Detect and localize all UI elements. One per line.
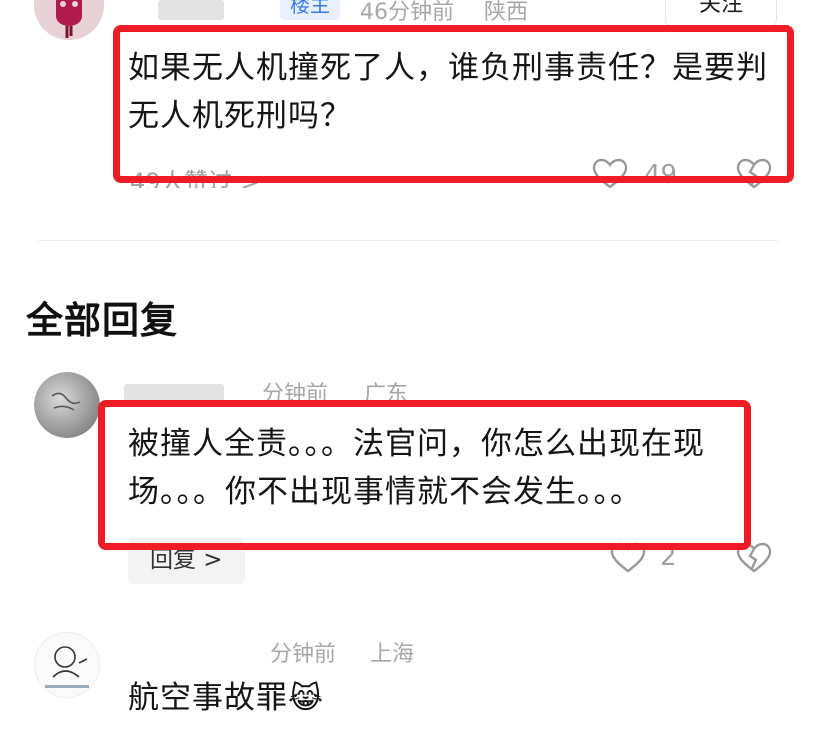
avatar[interactable] <box>34 632 100 698</box>
laughing-emoji-icon: 😹 <box>288 681 325 716</box>
section-title: 全部回复 <box>26 299 178 342</box>
divider <box>38 240 778 241</box>
username[interactable] <box>158 0 224 20</box>
avatar-image-icon <box>34 0 104 40</box>
owner-badge: 楼主 <box>280 0 340 20</box>
reply-text: 航空事故罪😹 <box>128 674 324 723</box>
avatar[interactable] <box>34 372 100 438</box>
avatar[interactable] <box>34 0 104 40</box>
comment-location: 陕西 <box>484 0 529 25</box>
avatar-image-icon <box>34 372 100 438</box>
follow-button[interactable]: 关注 <box>665 0 777 26</box>
reply-time: 分钟前 <box>270 642 337 667</box>
highlight-box-top-comment <box>113 25 794 183</box>
highlight-box-reply <box>98 400 751 550</box>
reply-location: 上海 <box>370 642 415 667</box>
comment-time: 46分钟前 <box>360 0 454 25</box>
avatar-image-icon <box>35 633 99 697</box>
reply-text-content: 航空事故罪 <box>128 680 288 716</box>
